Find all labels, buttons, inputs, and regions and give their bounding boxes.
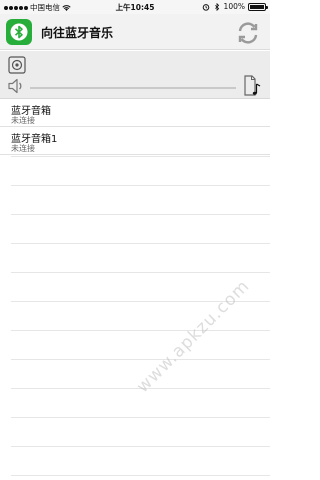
battery-icon — [248, 2, 268, 11]
refresh-icon[interactable] — [234, 19, 262, 47]
row-divider — [11, 417, 270, 418]
row-divider — [11, 446, 270, 447]
bluetooth-status-icon — [214, 2, 219, 11]
row-divider — [11, 185, 270, 186]
app-header: 向往蓝牙音乐 — [0, 14, 270, 50]
row-divider — [11, 272, 270, 273]
device-status: 未连接 — [11, 116, 35, 125]
list-item[interactable]: 蓝牙音箱1 未连接 — [0, 127, 270, 155]
volume-icon — [8, 78, 22, 94]
battery-percent: 100% — [223, 2, 245, 11]
status-bar: 中国电信 上午10:45 100% — [0, 0, 270, 14]
music-file-icon[interactable] — [242, 75, 262, 97]
empty-list-rows — [11, 156, 270, 480]
device-status: 未连接 — [11, 144, 35, 153]
row-divider — [11, 214, 270, 215]
list-item[interactable]: 蓝牙音箱 未连接 — [0, 99, 270, 127]
device-list: 蓝牙音箱 未连接 蓝牙音箱1 未连接 — [0, 99, 270, 155]
bluetooth-icon — [6, 19, 32, 45]
status-right: 100% — [202, 2, 268, 11]
volume-slider[interactable] — [30, 87, 236, 89]
speaker-icon[interactable] — [8, 56, 26, 74]
page-title: 向往蓝牙音乐 — [41, 26, 114, 40]
row-divider — [11, 475, 270, 476]
player-controls — [0, 51, 270, 99]
row-divider — [11, 330, 270, 331]
alarm-icon — [202, 3, 209, 11]
row-divider — [11, 156, 270, 157]
row-divider — [11, 243, 270, 244]
row-divider — [11, 359, 270, 360]
